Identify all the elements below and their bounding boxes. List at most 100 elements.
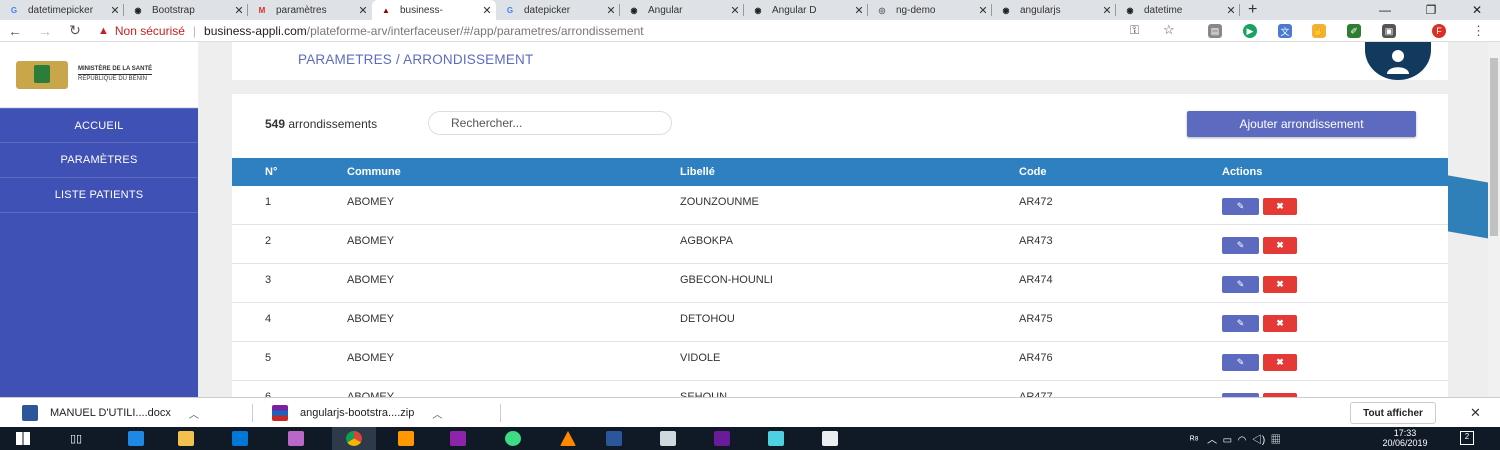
- tab-close-icon[interactable]: ✕: [726, 4, 744, 17]
- taskbar-clock[interactable]: 17:33 20/06/2019: [1370, 428, 1440, 448]
- notes-app-icon[interactable]: [768, 431, 784, 446]
- table-header: N° Commune Libellé Code Actions: [232, 158, 1448, 186]
- edit-button[interactable]: ✎: [1222, 354, 1259, 371]
- briefcase-extension-icon[interactable]: ▣: [1382, 24, 1396, 38]
- download-filename: MANUEL D'UTILI....docx: [50, 407, 171, 419]
- word-icon[interactable]: [606, 431, 622, 446]
- google-icon: G: [10, 5, 18, 15]
- word-doc-icon: [22, 405, 38, 421]
- sidebar-item-liste-patients[interactable]: LISTE PATIENTS: [0, 178, 198, 213]
- store-icon[interactable]: [232, 431, 248, 446]
- browser-tab[interactable]: Gdatepicker ✕: [496, 0, 620, 20]
- translate-extension-icon[interactable]: 文: [1278, 24, 1292, 38]
- delete-icon: ✖: [1276, 201, 1284, 211]
- delete-button[interactable]: ✖: [1263, 354, 1297, 371]
- chevron-up-icon[interactable]: ︿: [432, 406, 442, 421]
- vlc-icon[interactable]: [560, 431, 576, 446]
- browser-tab[interactable]: Mparamètres ✕: [248, 0, 372, 20]
- back-icon[interactable]: ←: [4, 23, 26, 39]
- tab-close-icon[interactable]: ✕: [106, 4, 124, 17]
- cell-num: 2: [265, 235, 272, 247]
- sublime-text-icon[interactable]: [398, 431, 414, 446]
- tab-close-icon[interactable]: ✕: [354, 4, 372, 17]
- tab-close-icon[interactable]: ✕: [478, 4, 496, 17]
- table-row: 5 ABOMEY VIDOLE AR476 ✎ ✖: [232, 342, 1448, 381]
- windows-start-icon[interactable]: [16, 432, 30, 445]
- profile-avatar-icon[interactable]: F: [1432, 24, 1446, 38]
- browser-tab[interactable]: ◉ Angular D ✕: [744, 0, 868, 20]
- archive-app-icon[interactable]: [450, 431, 466, 446]
- tab-close-icon[interactable]: ✕: [974, 4, 992, 17]
- android-icon[interactable]: [505, 431, 521, 446]
- edge-icon[interactable]: [128, 431, 144, 446]
- download-item-zip[interactable]: angularjs-bootstra....zip ︿: [272, 398, 442, 428]
- user-avatar[interactable]: [1365, 42, 1431, 80]
- browser-tab[interactable]: ◎ ng-demo ✕: [868, 0, 992, 20]
- download-item-docx[interactable]: MANUEL D'UTILI....docx ︿: [22, 398, 199, 428]
- new-tab-button[interactable]: +: [1248, 1, 1257, 19]
- sidebar-item-accueil[interactable]: ACCUEIL: [0, 108, 198, 143]
- browser-tab[interactable]: Gdatetimepicker ✕: [0, 0, 124, 20]
- table-row: 1 ABOMEY ZOUNZOUNME AR472 ✎ ✖: [232, 186, 1448, 225]
- mail-icon[interactable]: [660, 431, 676, 446]
- system-tray[interactable]: ᴿ⁸ ︿ ▭ ◠ ◁) ▦: [1190, 431, 1281, 446]
- minimize-button[interactable]: —: [1362, 0, 1408, 20]
- record-count-label: arrondissements: [285, 117, 378, 131]
- url-field[interactable]: ▲ Non sécurisé | business-appli.com /pla…: [98, 22, 1158, 40]
- cell-commune: ABOMEY: [347, 274, 395, 286]
- edit-button[interactable]: ✎: [1222, 198, 1259, 215]
- browser-tab[interactable]: ◉ Angular ✕: [620, 0, 744, 20]
- tab-title: business-: [400, 4, 443, 16]
- hand-extension-icon[interactable]: ✋: [1312, 24, 1326, 38]
- search-input[interactable]: [428, 111, 672, 135]
- tab-close-icon[interactable]: ✕: [850, 4, 868, 17]
- close-icon[interactable]: ✕: [1470, 405, 1481, 421]
- notifications-icon[interactable]: 2: [1460, 431, 1474, 445]
- bookmark-star-icon[interactable]: ☆: [1163, 22, 1175, 38]
- delete-button[interactable]: ✖: [1263, 237, 1297, 254]
- clock-time: 17:33: [1393, 428, 1417, 438]
- key-icon[interactable]: ⚿: [1130, 23, 1139, 38]
- browser-tab[interactable]: ◉ Bootstrap ✕: [124, 0, 248, 20]
- photos-icon[interactable]: [822, 431, 838, 446]
- delete-button[interactable]: ✖: [1263, 315, 1297, 332]
- edit-button[interactable]: ✎: [1222, 276, 1259, 293]
- tab-close-icon[interactable]: ✕: [602, 4, 620, 17]
- cell-num: 1: [265, 196, 272, 208]
- reload-icon[interactable]: ↻: [64, 22, 86, 39]
- browser-tab[interactable]: ▲ business- ✕: [372, 0, 496, 20]
- tab-close-icon[interactable]: ✕: [1222, 4, 1240, 17]
- forward-icon[interactable]: →: [34, 23, 56, 39]
- edit-button[interactable]: ✎: [1222, 315, 1259, 332]
- play-extension-icon[interactable]: ▶: [1243, 24, 1257, 38]
- sidebar-item-parametres[interactable]: PARAMÈTRES: [0, 143, 198, 178]
- pen-extension-icon[interactable]: ✐: [1347, 24, 1361, 38]
- tab-close-icon[interactable]: ✕: [1098, 4, 1116, 17]
- task-view-icon[interactable]: ▯▯: [70, 432, 82, 445]
- cell-commune: ABOMEY: [347, 196, 395, 208]
- chevron-up-icon[interactable]: ︿: [189, 406, 199, 421]
- tab-close-icon[interactable]: ✕: [230, 4, 248, 17]
- restore-button[interactable]: ❐: [1408, 0, 1454, 20]
- scrollbar-thumb[interactable]: [1490, 58, 1498, 236]
- printer-extension-icon[interactable]: ▤: [1208, 24, 1222, 38]
- taskbar-active-app[interactable]: [332, 427, 376, 450]
- app-w-icon[interactable]: [288, 431, 304, 446]
- tab-title: angularjs: [1020, 4, 1061, 16]
- browser-tab[interactable]: ◉ angularjs ✕: [992, 0, 1116, 20]
- browser-tab[interactable]: ◉ datetime ✕: [1116, 0, 1240, 20]
- delete-button[interactable]: ✖: [1263, 276, 1297, 293]
- github-icon: ◉: [1126, 5, 1134, 15]
- add-arrondissement-button[interactable]: Ajouter arrondissement: [1187, 111, 1416, 137]
- cell-commune: ABOMEY: [347, 313, 395, 325]
- show-all-downloads-button[interactable]: Tout afficher: [1350, 402, 1436, 424]
- edit-button[interactable]: ✎: [1222, 237, 1259, 254]
- file-explorer-icon[interactable]: [178, 431, 194, 446]
- page-scrollbar[interactable]: [1488, 42, 1500, 397]
- table-row: 3 ABOMEY GBECON-HOUNLI AR474 ✎ ✖: [232, 264, 1448, 303]
- browser-menu-icon[interactable]: ⋮: [1472, 23, 1485, 39]
- delete-button[interactable]: ✖: [1263, 198, 1297, 215]
- close-window-button[interactable]: ✕: [1454, 0, 1500, 20]
- address-bar: ← → ↻ ▲ Non sécurisé | business-appli.co…: [0, 20, 1500, 42]
- books-app-icon[interactable]: [714, 431, 730, 446]
